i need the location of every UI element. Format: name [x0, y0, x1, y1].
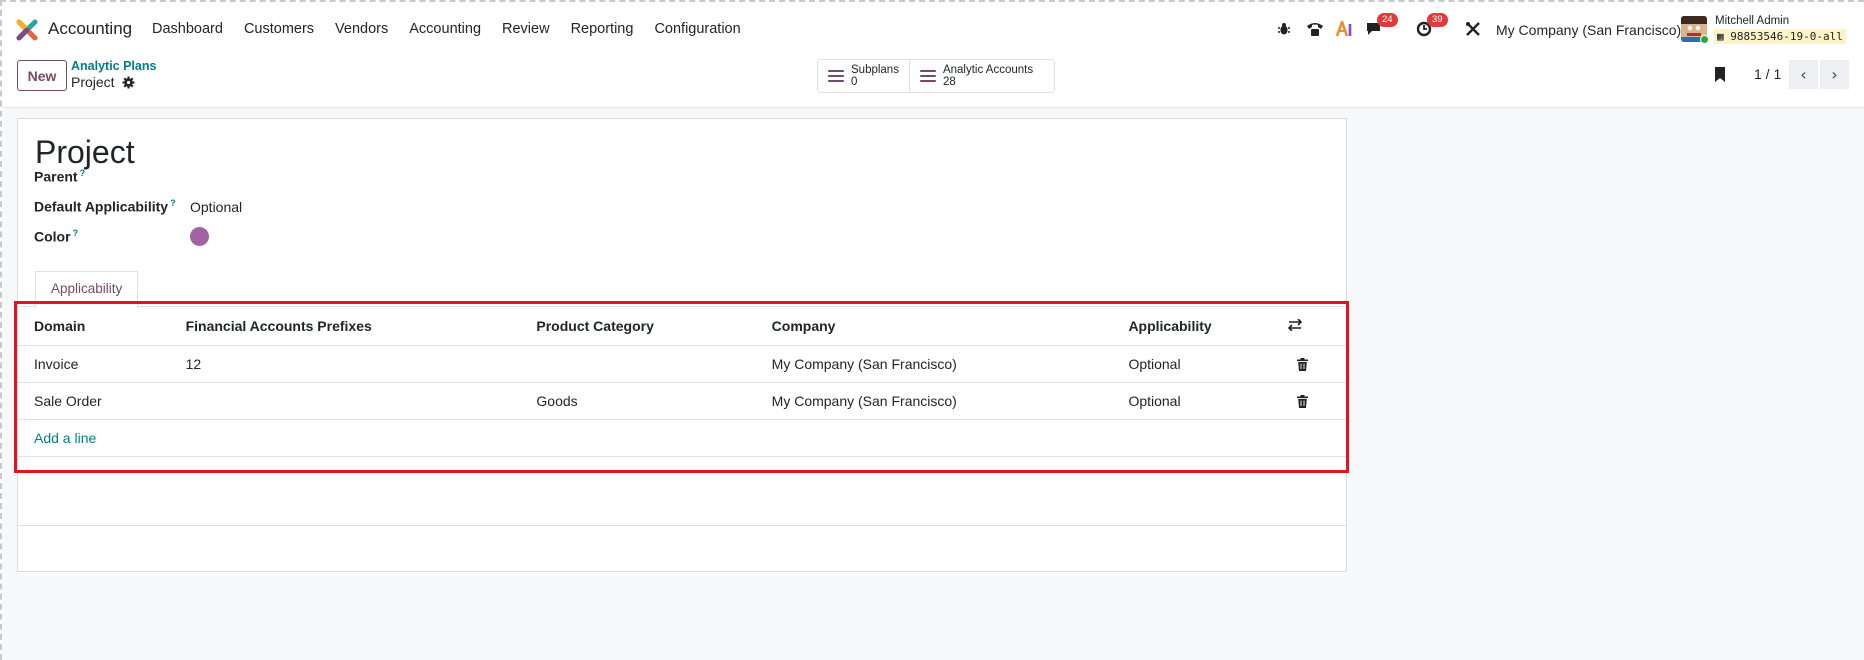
menu-configuration[interactable]: Configuration [654, 21, 740, 37]
default-applicability-label: Default Applicability? [34, 198, 176, 215]
analytic-accounts-label: Analytic Accounts [942, 64, 1034, 76]
list-icon [919, 67, 936, 85]
table-row[interactable]: Sale Order Goods My Company (San Francis… [18, 382, 1346, 420]
cell-prefixes[interactable]: 12 [185, 345, 537, 383]
analytic-accounts-count: 28 [942, 76, 956, 88]
breadcrumb-analytic-plans[interactable]: Analytic Plans [71, 59, 156, 73]
menu-accounting[interactable]: Accounting [409, 21, 481, 37]
menu-reporting[interactable]: Reporting [571, 21, 634, 37]
phone-icon[interactable] [1306, 19, 1324, 39]
messages-icon[interactable]: 24 [1366, 13, 1398, 39]
column-domain[interactable]: Domain [18, 308, 186, 346]
breadcrumb-current: Project [71, 74, 115, 90]
column-applicability[interactable]: Applicability [1128, 308, 1289, 346]
main-menu: Dashboard Customers Vendors Accounting R… [152, 21, 762, 37]
accounting-app-icon[interactable] [16, 19, 38, 41]
smart-buttons: Subplans 0 Analytic Accounts 28 [817, 59, 1055, 93]
top-navbar: Accounting Dashboard Customers Vendors A… [2, 2, 1864, 54]
cell-applicability[interactable]: Optional [1128, 382, 1289, 420]
pager-previous-button[interactable]: ‹ [1789, 60, 1818, 89]
delete-row-button[interactable] [1288, 345, 1346, 383]
table-header: Domain Financial Accounts Prefixes Produ… [18, 308, 1346, 346]
company-switcher[interactable]: My Company (San Francisco) [1496, 22, 1681, 38]
column-financial-accounts-prefixes[interactable]: Financial Accounts Prefixes [185, 308, 537, 346]
column-company[interactable]: Company [771, 308, 1129, 346]
activities-badge: 39 [1427, 13, 1448, 27]
divider [18, 525, 1346, 526]
color-label: Color? [34, 228, 79, 245]
messages-badge: 24 [1377, 13, 1398, 27]
subplans-label: Subplans [851, 64, 899, 76]
pager-value[interactable]: 1 / 1 [1754, 66, 1781, 82]
help-tooltip-icon[interactable]: ? [73, 228, 79, 238]
record-title[interactable]: Project [35, 134, 135, 171]
online-status-dot [1700, 35, 1709, 44]
database-name: ▦ 98853546-19-0-all [1714, 29, 1846, 44]
applicability-table: Domain Financial Accounts Prefixes Produ… [18, 308, 1346, 457]
tab-bar: Applicability [18, 268, 1346, 308]
cell-company[interactable]: My Company (San Francisco) [771, 382, 1129, 420]
activities-icon[interactable]: 39 [1416, 13, 1448, 39]
pager-buttons: ‹ › [1789, 60, 1849, 89]
cell-product-category[interactable] [536, 345, 772, 383]
help-tooltip-icon[interactable]: ? [170, 198, 176, 208]
subplans-smart-button[interactable]: Subplans 0 [818, 60, 909, 92]
delete-row-button[interactable] [1288, 382, 1346, 420]
new-button[interactable]: New [17, 60, 67, 91]
tab-applicability[interactable]: Applicability [35, 271, 139, 308]
cell-applicability[interactable]: Optional [1128, 345, 1289, 383]
gear-icon[interactable] [122, 76, 135, 89]
color-picker[interactable] [190, 227, 209, 246]
form-sheet: Project Parent? Default Applicability? O… [17, 118, 1347, 572]
pager-next-button[interactable]: › [1820, 60, 1849, 89]
column-product-category[interactable]: Product Category [536, 308, 772, 346]
add-a-line-link[interactable]: Add a line [18, 419, 1346, 457]
cell-product-category[interactable]: Goods [536, 382, 772, 420]
user-name[interactable]: Mitchell Admin [1715, 15, 1789, 27]
menu-vendors[interactable]: Vendors [335, 21, 388, 37]
app-name[interactable]: Accounting [48, 19, 132, 39]
cell-prefixes[interactable] [185, 382, 537, 420]
trash-icon [1297, 395, 1309, 409]
sliders-icon [1287, 318, 1303, 332]
analytic-accounts-smart-button[interactable]: Analytic Accounts 28 [908, 60, 1043, 92]
parent-label: Parent? [34, 168, 86, 185]
table-row[interactable]: Invoice 12 My Company (San Francisco) Op… [18, 345, 1346, 383]
menu-customers[interactable]: Customers [244, 21, 314, 37]
trash-icon [1297, 358, 1309, 372]
subplans-count: 0 [851, 76, 858, 88]
help-tooltip-icon[interactable]: ? [80, 168, 86, 178]
add-line-row: Add a line [18, 419, 1346, 457]
control-panel: New Analytic Plans Project Subplans 0 Ana… [2, 54, 1864, 108]
ai-icon[interactable] [1336, 19, 1354, 39]
wrench-icon[interactable] [1465, 19, 1481, 39]
bookmark-icon[interactable] [1714, 66, 1726, 83]
list-icon [828, 67, 844, 85]
cell-company[interactable]: My Company (San Francisco) [771, 345, 1129, 383]
menu-dashboard[interactable]: Dashboard [152, 21, 223, 37]
menu-review[interactable]: Review [502, 21, 550, 37]
cell-domain[interactable]: Invoice [18, 345, 186, 383]
optional-columns-toggle[interactable] [1287, 308, 1346, 346]
database-name-text: 98853546-19-0-all [1730, 30, 1843, 43]
default-applicability-field[interactable]: Optional [190, 199, 242, 215]
form-view: Project Parent? Default Applicability? O… [2, 108, 1864, 660]
cell-domain[interactable]: Sale Order [18, 382, 186, 420]
bug-icon[interactable] [1278, 19, 1290, 39]
